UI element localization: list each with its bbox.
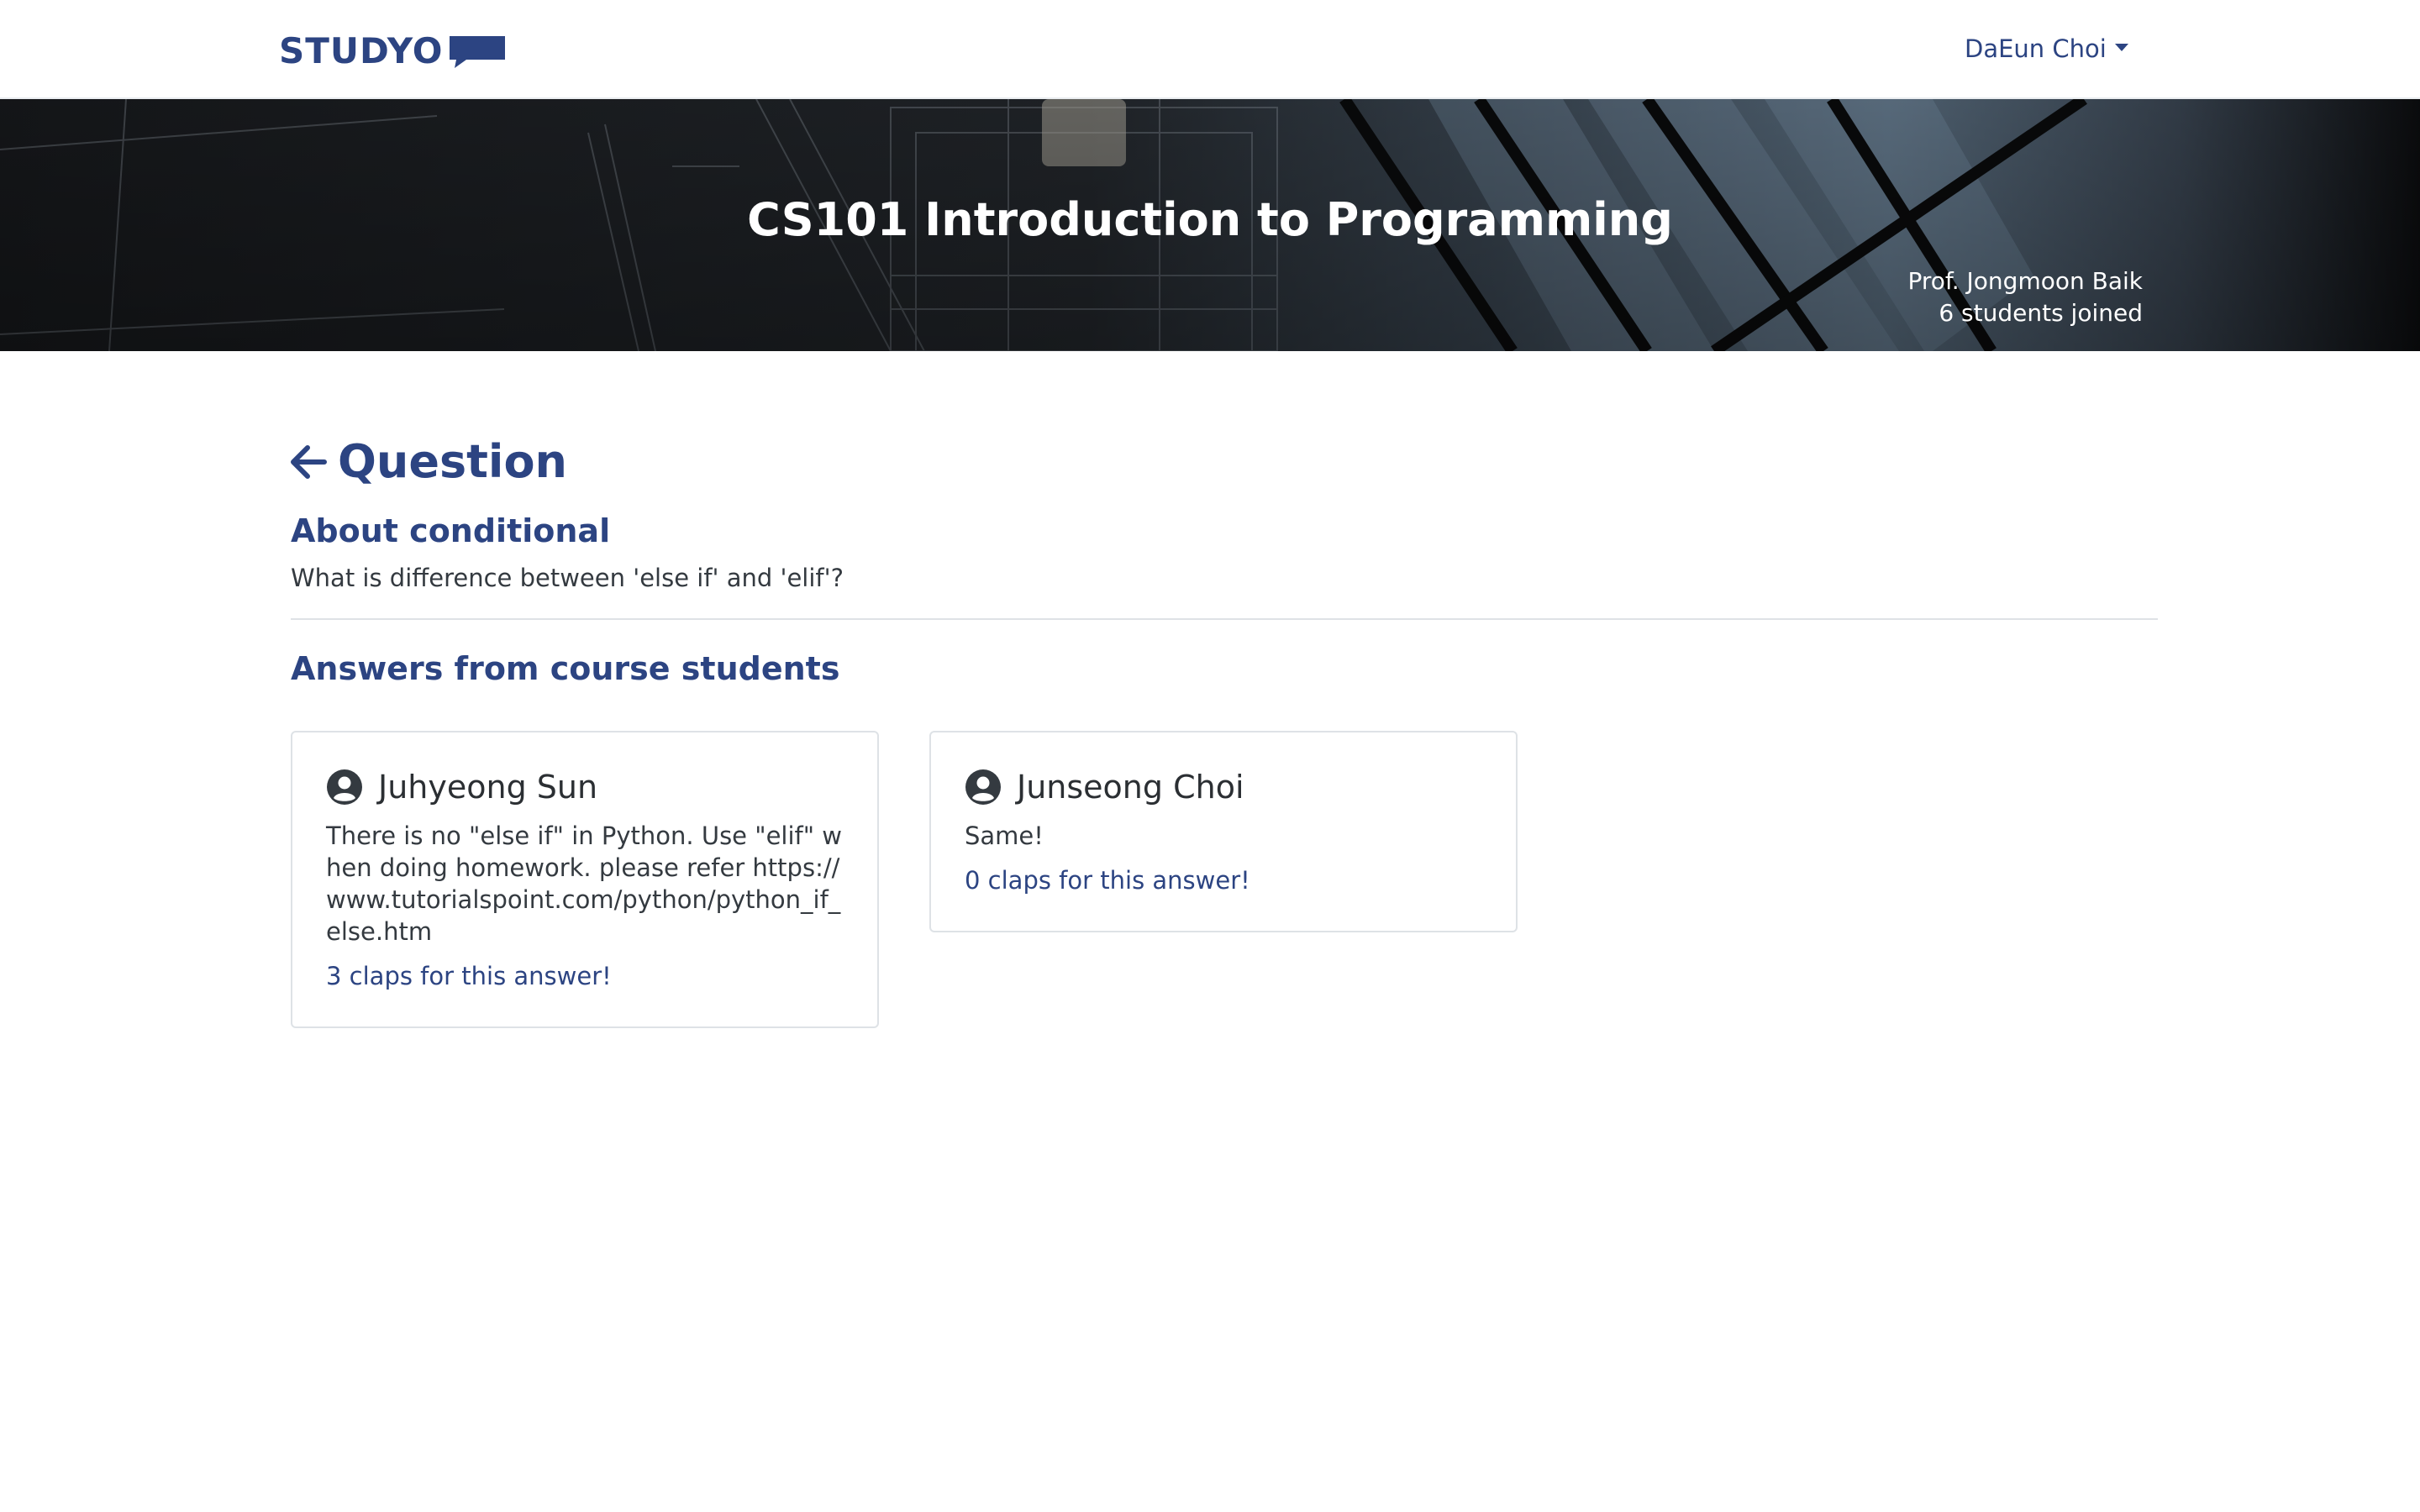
- answers-list: Juhyeong Sun There is no "else if" in Py…: [291, 731, 2158, 1028]
- answer-author: Junseong Choi: [1017, 769, 1244, 806]
- page-title: Question: [338, 435, 567, 488]
- question-body: What is difference between 'else if' and…: [291, 564, 844, 592]
- answer-text: Same!: [965, 822, 1044, 850]
- answer-author: Juhyeong Sun: [378, 769, 598, 806]
- answer-card: Juhyeong Sun There is no "else if" in Py…: [291, 731, 879, 1028]
- answers-heading: Answers from course students: [291, 650, 840, 687]
- question-page: Question About conditional What is diffe…: [291, 420, 2158, 1028]
- answer-header: Juhyeong Sun: [326, 766, 844, 808]
- answer-header: Junseong Choi: [965, 766, 1482, 808]
- user-name: DaEun Choi: [1965, 34, 2107, 63]
- studyo-logo[interactable]: STUDYO: [279, 30, 507, 72]
- claps-link[interactable]: 0 claps for this answer!: [965, 864, 1482, 897]
- course-info: Prof. Jongmoon Baik 6 students joined: [1908, 265, 2144, 329]
- page-heading: Question: [291, 420, 2158, 504]
- course-title: CS101 Introduction to Programming: [747, 193, 1673, 246]
- user-circle-icon: [327, 769, 362, 805]
- user-menu-dropdown[interactable]: DaEun Choi: [1965, 32, 2128, 66]
- arrow-left-icon[interactable]: [286, 439, 331, 485]
- professor-name: Prof. Jongmoon Baik: [1907, 267, 2144, 295]
- students-count: 6 students joined: [1939, 299, 2143, 327]
- course-banner: CS101 Introduction to Programming Prof. …: [0, 99, 2420, 351]
- question-title: About conditional: [291, 512, 611, 549]
- user-circle-icon: [965, 769, 1001, 805]
- chat-bubble-icon: [450, 36, 506, 68]
- navbar: STUDYO DaEun Choi: [0, 0, 2420, 99]
- answer-text: There is no "else if" in Python. Use "el…: [326, 822, 843, 946]
- divider: [291, 618, 2158, 620]
- claps-link[interactable]: 3 claps for this answer!: [326, 959, 844, 993]
- answer-card: Junseong Choi Same! 0 claps for this ans…: [929, 731, 1518, 932]
- caret-down-icon: [2114, 43, 2128, 51]
- logo-text: STUDYO: [279, 30, 444, 71]
